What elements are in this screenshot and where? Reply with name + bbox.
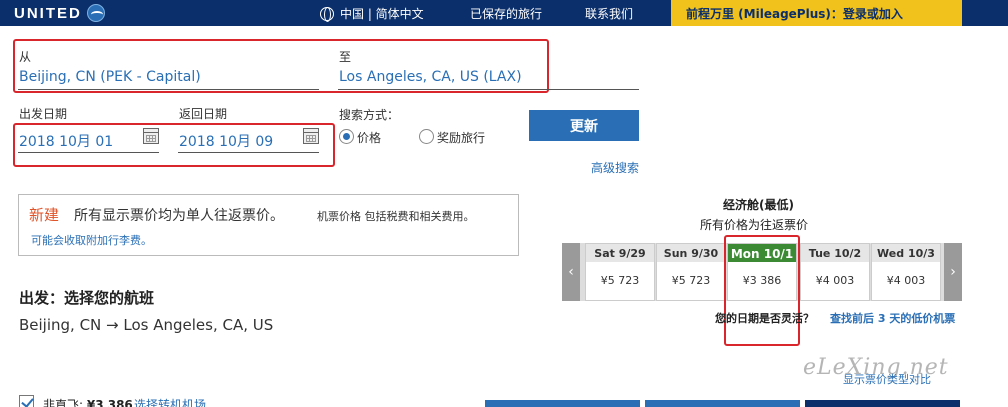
to-field[interactable]: Los Angeles, CA, US (LAX) — [339, 69, 522, 85]
notice-new-tag: 新建 — [29, 206, 60, 224]
cabin-subtitle: 所有价格为往返票价 — [700, 218, 809, 232]
day-label: Sun 9/30 — [657, 244, 725, 262]
notice-main-text: 所有显示票价均为单人往返票价。 — [74, 208, 284, 224]
advanced-search-link[interactable]: 高级搜索 — [591, 159, 639, 176]
return-date-field[interactable]: 2018 10月 09 — [179, 131, 273, 151]
chevron-right-icon[interactable]: › — [944, 243, 962, 301]
contact-link[interactable]: 联系我们 — [585, 5, 633, 22]
day-price: ¥5 723 — [671, 274, 711, 287]
globe-icon — [320, 6, 334, 22]
nonstop-prefix: 非直飞: — [43, 398, 87, 407]
united-logo[interactable]: UNITED — [14, 4, 105, 22]
notice-small-text: 机票价格 包括税费和相关费用。 — [317, 210, 475, 223]
flexible-dates-question: 您的日期是否灵活？ — [715, 312, 814, 325]
depart-date-field[interactable]: 2018 10月 01 — [19, 131, 113, 151]
fare-notice: 新建 所有显示票价均为单人往返票价。 机票价格 包括税费和相关费用。 可能会收取… — [18, 194, 519, 256]
update-button[interactable]: 更新 — [529, 110, 639, 141]
cabin-title: 经济舱(最低) — [723, 198, 794, 212]
radio-price-label[interactable]: 价格 — [357, 129, 381, 146]
calendar-day[interactable]: Sun 9/30 ¥5 723 — [656, 243, 726, 301]
flexible-dates-link[interactable]: 查找前后 3 天的低价机票 — [830, 310, 955, 326]
from-label: 从 — [19, 50, 32, 64]
highlight-selected-day — [724, 235, 800, 346]
to-underline — [338, 89, 639, 90]
nonstop-price: ¥3 386 — [86, 398, 133, 407]
radio-price[interactable] — [339, 129, 354, 144]
language-label: 中国 | 简体中文 — [340, 7, 424, 21]
calendar-day[interactable]: Sat 9/29 ¥5 723 — [585, 243, 655, 301]
to-label: 至 — [339, 50, 352, 64]
day-label: Sat 9/29 — [586, 244, 654, 262]
radio-award[interactable] — [419, 129, 434, 144]
day-price: ¥4 003 — [886, 274, 926, 287]
baggage-fees-link[interactable]: 可能会收取附加行李费。 — [31, 232, 152, 248]
day-price: ¥5 723 — [600, 274, 640, 287]
mileageplus-login[interactable]: 前程万里 (MileagePlus)：登录或加入 — [671, 0, 962, 26]
return-date-label: 返回日期 — [179, 107, 228, 121]
logo-text: UNITED — [14, 4, 82, 22]
checkbox-icon[interactable] — [19, 395, 34, 407]
from-field[interactable]: Beijing, CN (PEK - Capital) — [19, 69, 201, 85]
depart-date-label: 出发日期 — [19, 107, 68, 121]
language-selector[interactable]: 中国 | 简体中文 — [320, 5, 424, 22]
calendar-icon[interactable] — [303, 128, 319, 144]
top-nav-bar: UNITED 中国 | 简体中文 已保存的旅行 联系我们 前程万里 (Milea… — [0, 0, 1008, 26]
day-price: ¥4 003 — [815, 274, 855, 287]
search-type-label: 搜索方式： — [339, 108, 400, 122]
united-globe-icon — [86, 4, 105, 22]
connection-airport-link[interactable]: 选择转机机场 — [134, 396, 206, 407]
results-header-bar — [645, 400, 800, 407]
day-label: Wed 10/3 — [872, 244, 940, 262]
departure-title: 出发：选择您的航班 — [19, 289, 155, 307]
calendar-day[interactable]: Wed 10/3 ¥4 003 — [871, 243, 941, 301]
radio-award-label[interactable]: 奖励旅行 — [437, 129, 485, 146]
calendar-day[interactable]: Tue 10/2 ¥4 003 — [800, 243, 870, 301]
depart-underline — [18, 152, 159, 153]
departure-route: Beijing, CN → Los Angeles, CA, US — [19, 316, 274, 334]
results-header-bar — [485, 400, 640, 407]
calendar-icon[interactable] — [143, 128, 159, 144]
chevron-left-icon[interactable]: ‹ — [562, 243, 580, 301]
nonstop-filter: 非直飞: ¥3 386 — [43, 396, 133, 407]
from-underline — [18, 89, 319, 90]
saved-trips-link[interactable]: 已保存的旅行 — [470, 5, 542, 22]
fare-compare-link[interactable]: 显示票价类型对比 — [843, 371, 931, 387]
return-underline — [178, 152, 319, 153]
day-label: Tue 10/2 — [801, 244, 869, 262]
results-header-bar — [805, 400, 960, 407]
